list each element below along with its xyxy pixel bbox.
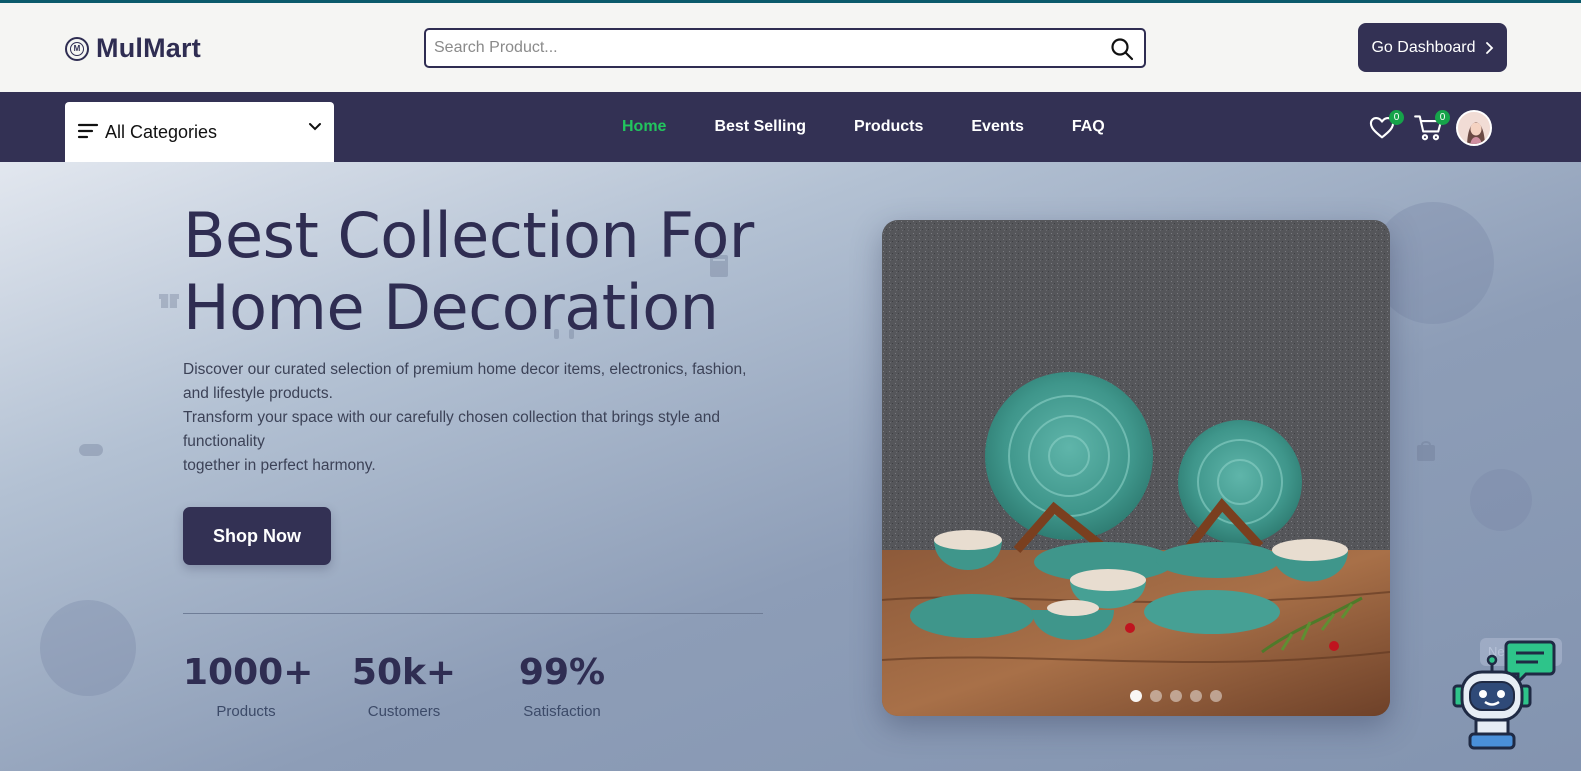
hero-divider <box>183 613 763 614</box>
slider-dot-1[interactable] <box>1130 690 1142 702</box>
decor-circle <box>1470 469 1532 531</box>
logo[interactable]: M MulMart <box>65 33 201 64</box>
shopping-bag-icon <box>1417 441 1435 461</box>
stat-value: 1000+ <box>183 652 314 693</box>
search-bar <box>424 28 1146 68</box>
stat-satisfaction: 99% Satisfaction <box>499 652 625 720</box>
search-icon[interactable] <box>1110 37 1134 61</box>
go-dashboard-label: Go Dashboard <box>1371 38 1476 56</box>
hero-title-line-1: Best Collection For <box>183 199 754 272</box>
slider-dots <box>882 690 1390 702</box>
nav-links: Home Best Selling Products Events FAQ <box>622 118 1105 136</box>
cart-button[interactable]: 0 <box>1414 110 1450 144</box>
nav-link-best-selling[interactable]: Best Selling <box>714 118 806 136</box>
stat-value: 99% <box>518 652 606 693</box>
header: M MulMart Go Dashboard <box>0 3 1581 92</box>
shop-now-button[interactable]: Shop Now <box>183 507 331 565</box>
menu-lines-icon <box>77 123 99 139</box>
wishlist-button[interactable]: 0 <box>1368 110 1404 144</box>
stat-customers: 50k+ Customers <box>309 652 499 720</box>
stat-label: Customers <box>367 703 441 720</box>
go-dashboard-button[interactable]: Go Dashboard <box>1358 23 1507 72</box>
nav-link-events[interactable]: Events <box>971 118 1023 136</box>
logo-text: MulMart <box>96 33 201 63</box>
stat-value: 50k+ <box>351 652 457 693</box>
hero-desc-line-3: together in perfect harmony. <box>183 457 376 474</box>
search-input[interactable] <box>434 30 1094 66</box>
gift-icon <box>159 294 179 308</box>
slider-dot-5[interactable] <box>1210 690 1222 702</box>
hero-stats: 1000+ Products 50k+ Customers 99% Satisf… <box>183 652 625 720</box>
nav-link-products[interactable]: Products <box>854 118 923 136</box>
wishlist-count-badge: 0 <box>1389 110 1404 125</box>
stat-products: 1000+ Products <box>183 652 314 720</box>
hero-title: Best Collection For Home Decoration <box>183 200 754 344</box>
chatbot-robot-icon <box>1452 640 1556 750</box>
nav-link-home[interactable]: Home <box>622 118 666 136</box>
slider-dot-3[interactable] <box>1170 690 1182 702</box>
product-image-dinnerware <box>882 220 1390 716</box>
cart-count-badge: 0 <box>1435 110 1450 125</box>
stat-label: Satisfaction <box>523 703 601 720</box>
hero-title-line-2: Home Decoration <box>183 271 719 344</box>
hero-desc-line-2: Transform your space with our carefully … <box>183 409 721 450</box>
chevron-down-icon <box>309 123 321 131</box>
chevron-right-icon <box>1485 41 1493 54</box>
gamepad-icon <box>79 444 103 456</box>
chatbot-button[interactable] <box>1452 640 1562 755</box>
user-avatar[interactable] <box>1456 110 1492 146</box>
hero-image-slider[interactable] <box>882 220 1390 716</box>
logo-icon: M <box>65 36 89 61</box>
all-categories-label: All Categories <box>105 122 218 142</box>
decor-circle <box>40 600 136 696</box>
hero-description: Discover our curated selection of premiu… <box>183 358 768 478</box>
all-categories-dropdown[interactable]: All Categories <box>65 102 334 162</box>
decor-circle <box>1372 202 1494 324</box>
hero-section: Best Collection For Home Decoration Disc… <box>0 162 1581 771</box>
avatar-image <box>1458 112 1490 144</box>
stat-label: Products <box>216 703 276 720</box>
hero-desc-line-1: Discover our curated selection of premiu… <box>183 361 747 402</box>
slider-dot-2[interactable] <box>1150 690 1162 702</box>
main-nav: All Categories Home Best Selling Product… <box>0 92 1581 162</box>
slider-dot-4[interactable] <box>1190 690 1202 702</box>
nav-link-faq[interactable]: FAQ <box>1072 118 1105 136</box>
